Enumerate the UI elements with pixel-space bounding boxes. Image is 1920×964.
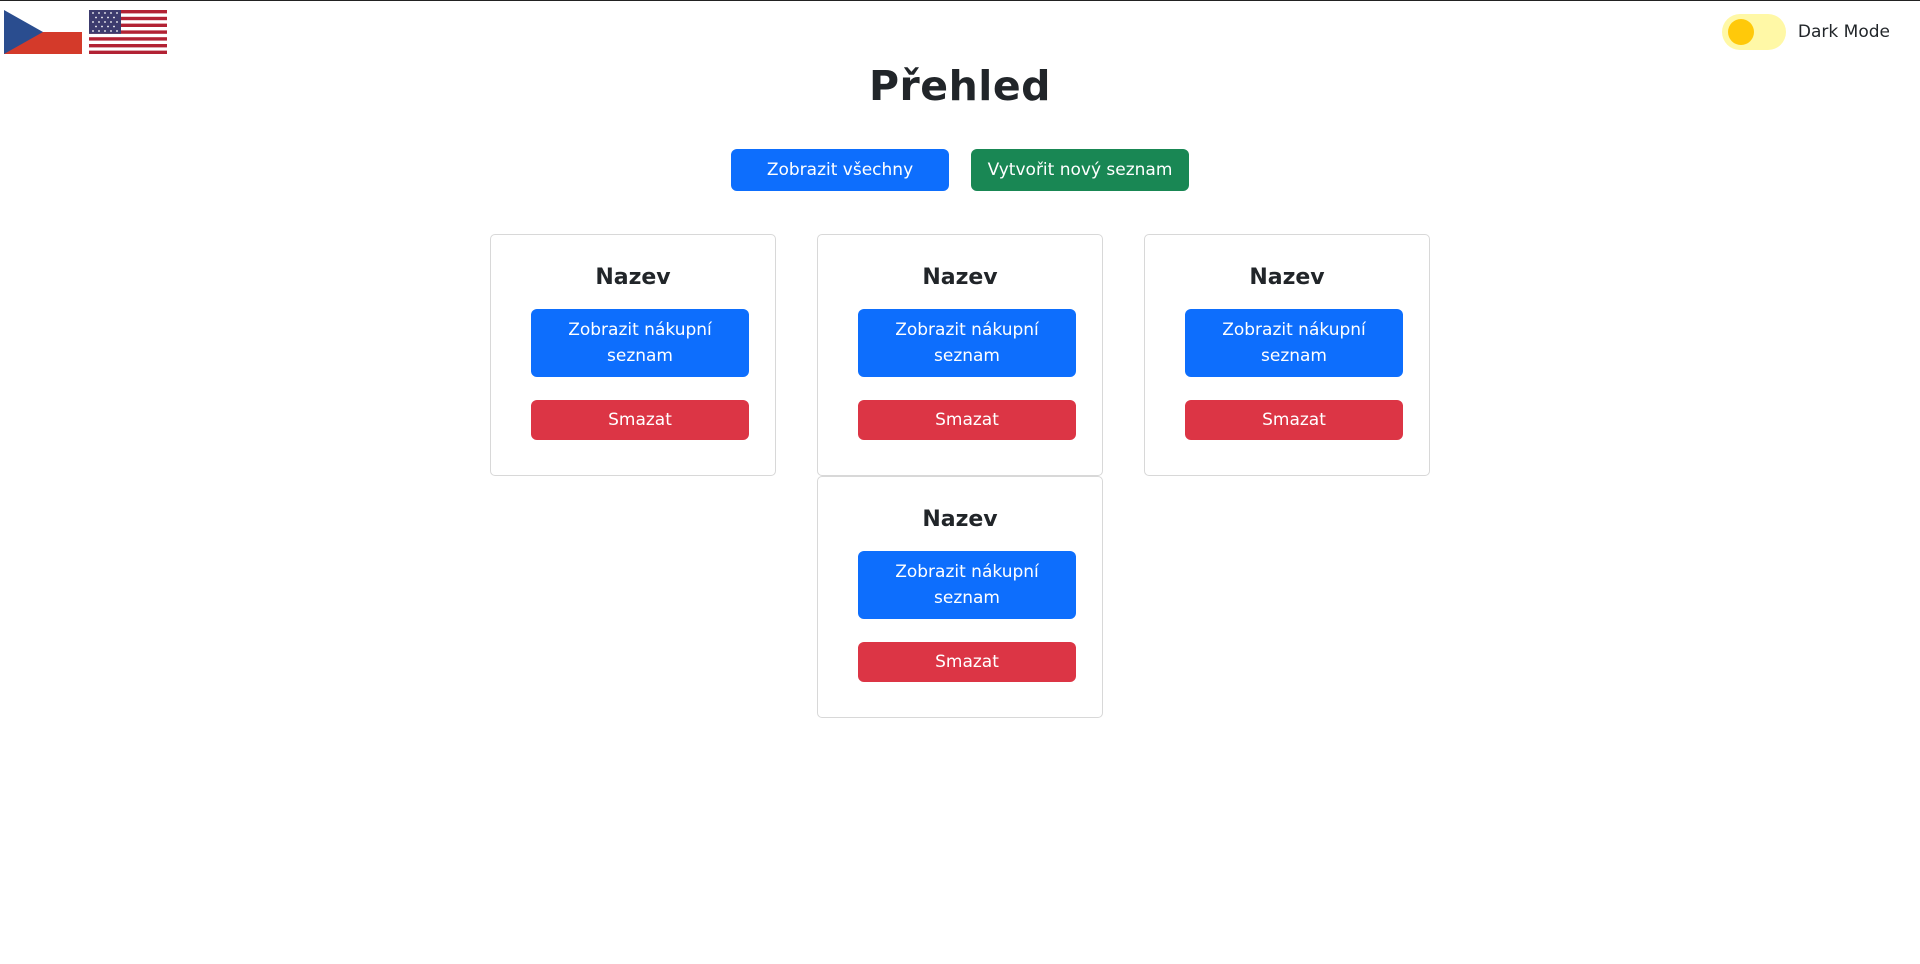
show-all-button[interactable]: Zobrazit všechny xyxy=(731,149,949,191)
card-title: Nazev xyxy=(1249,265,1325,290)
dark-mode-toggle[interactable] xyxy=(1721,14,1786,50)
view-list-button[interactable]: Zobrazit nákupní seznam xyxy=(858,309,1076,377)
toggle-knob xyxy=(1727,19,1754,45)
view-list-button[interactable]: Zobrazit nákupní seznam xyxy=(531,309,749,377)
delete-button[interactable]: Smazat xyxy=(1185,400,1403,440)
top-actions: Zobrazit všechny Vytvořit nový seznam xyxy=(731,149,1189,191)
czech-flag-icon[interactable] xyxy=(4,10,82,54)
page-title: Přehled xyxy=(869,62,1051,110)
dark-mode-control: Dark Mode xyxy=(1721,14,1890,50)
list-card: Nazev Zobrazit nákupní seznam Smazat xyxy=(817,476,1103,718)
language-switcher xyxy=(4,10,167,54)
delete-button[interactable]: Smazat xyxy=(531,400,749,440)
delete-button[interactable]: Smazat xyxy=(858,642,1076,682)
list-card: Nazev Zobrazit nákupní seznam Smazat xyxy=(490,234,776,476)
dark-mode-label: Dark Mode xyxy=(1797,22,1890,42)
delete-button[interactable]: Smazat xyxy=(858,400,1076,440)
card-title: Nazev xyxy=(922,265,998,290)
card-title: Nazev xyxy=(595,265,671,290)
card-title: Nazev xyxy=(922,507,998,532)
create-new-list-button[interactable]: Vytvořit nový seznam xyxy=(971,149,1189,191)
us-flag-icon[interactable] xyxy=(89,10,167,54)
top-border xyxy=(0,0,1920,1)
list-card: Nazev Zobrazit nákupní seznam Smazat xyxy=(817,234,1103,476)
list-card: Nazev Zobrazit nákupní seznam Smazat xyxy=(1144,234,1430,476)
view-list-button[interactable]: Zobrazit nákupní seznam xyxy=(1185,309,1403,377)
view-list-button[interactable]: Zobrazit nákupní seznam xyxy=(858,551,1076,619)
